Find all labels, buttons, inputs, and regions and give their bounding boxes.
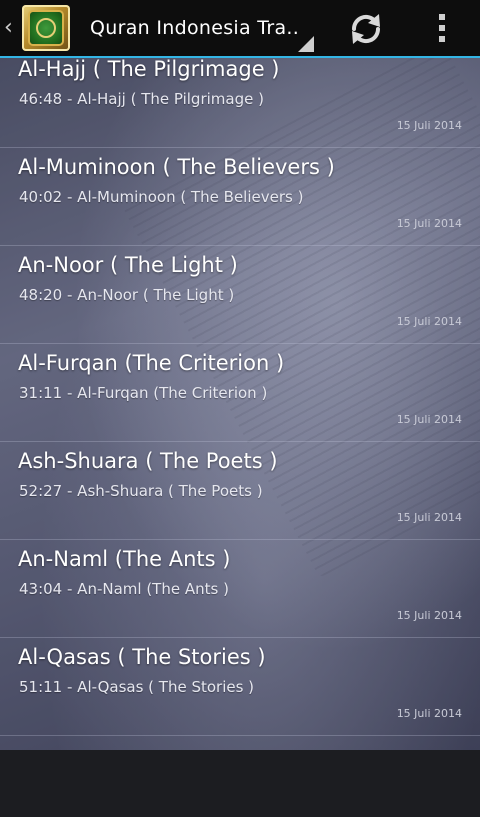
surah-subtitle: 31:11 - Al-Furqan (The Criterion ) xyxy=(19,384,268,402)
up-caret-icon[interactable]: ‹ xyxy=(4,15,14,41)
surah-date: 15 Juli 2014 xyxy=(396,315,462,328)
surah-date: 15 Juli 2014 xyxy=(396,707,462,720)
surah-date: 15 Juli 2014 xyxy=(396,217,462,230)
overflow-menu-button[interactable] xyxy=(428,10,456,48)
surah-list[interactable]: Al-Hajj ( The Pilgrimage ) 46:48 - Al-Ha… xyxy=(0,58,480,750)
surah-title: An-Naml (The Ants ) xyxy=(18,547,231,571)
app-screen: ‹ Quran Indonesia Tra.. Al-Hajj ( The Pi… xyxy=(0,0,480,817)
empty-area xyxy=(0,750,480,817)
list-item[interactable]: Al-Muminoon ( The Believers ) 40:02 - Al… xyxy=(0,149,480,246)
list-item[interactable]: An-Naml (The Ants ) 43:04 - An-Naml (The… xyxy=(0,541,480,638)
surah-date: 15 Juli 2014 xyxy=(396,413,462,426)
surah-title: Al-Hajj ( The Pilgrimage ) xyxy=(18,58,280,81)
list-item[interactable]: Ash-Shuara ( The Poets ) 52:27 - Ash-Shu… xyxy=(0,443,480,540)
action-bar: ‹ Quran Indonesia Tra.. xyxy=(0,0,480,58)
surah-subtitle: 40:02 - Al-Muminoon ( The Believers ) xyxy=(19,188,304,206)
list-item[interactable]: An-Noor ( The Light ) 48:20 - An-Noor ( … xyxy=(0,247,480,344)
app-title[interactable]: Quran Indonesia Tra.. xyxy=(90,17,299,39)
quran-emblem xyxy=(30,12,62,44)
surah-subtitle: 43:04 - An-Naml (The Ants ) xyxy=(19,580,229,598)
overflow-dot xyxy=(439,25,445,31)
surah-date: 15 Juli 2014 xyxy=(396,511,462,524)
refresh-button[interactable] xyxy=(346,10,386,48)
surah-title: Ash-Shuara ( The Poets ) xyxy=(18,449,278,473)
list-item[interactable]: Al-Furqan (The Criterion ) 31:11 - Al-Fu… xyxy=(0,345,480,442)
surah-subtitle: 46:48 - Al-Hajj ( The Pilgrimage ) xyxy=(19,90,264,108)
list-item[interactable]: Al-Hajj ( The Pilgrimage ) 46:48 - Al-Ha… xyxy=(0,58,480,148)
surah-date: 15 Juli 2014 xyxy=(396,119,462,132)
surah-title: Al-Qasas ( The Stories ) xyxy=(18,645,266,669)
surah-title: Al-Muminoon ( The Believers ) xyxy=(18,155,335,179)
refresh-icon xyxy=(351,14,381,44)
surah-title: Al-Furqan (The Criterion ) xyxy=(18,351,285,375)
surah-subtitle: 48:20 - An-Noor ( The Light ) xyxy=(19,286,235,304)
quran-app-icon[interactable] xyxy=(22,5,70,51)
surah-subtitle: 51:11 - Al-Qasas ( The Stories ) xyxy=(19,678,255,696)
spinner-indicator-icon xyxy=(298,36,314,52)
overflow-dot xyxy=(439,14,445,20)
surah-date: 15 Juli 2014 xyxy=(396,609,462,622)
surah-subtitle: 52:27 - Ash-Shuara ( The Poets ) xyxy=(19,482,263,500)
overflow-dot xyxy=(439,36,445,42)
surah-title: An-Noor ( The Light ) xyxy=(18,253,238,277)
list-item[interactable]: Al-Qasas ( The Stories ) 51:11 - Al-Qasa… xyxy=(0,639,480,736)
